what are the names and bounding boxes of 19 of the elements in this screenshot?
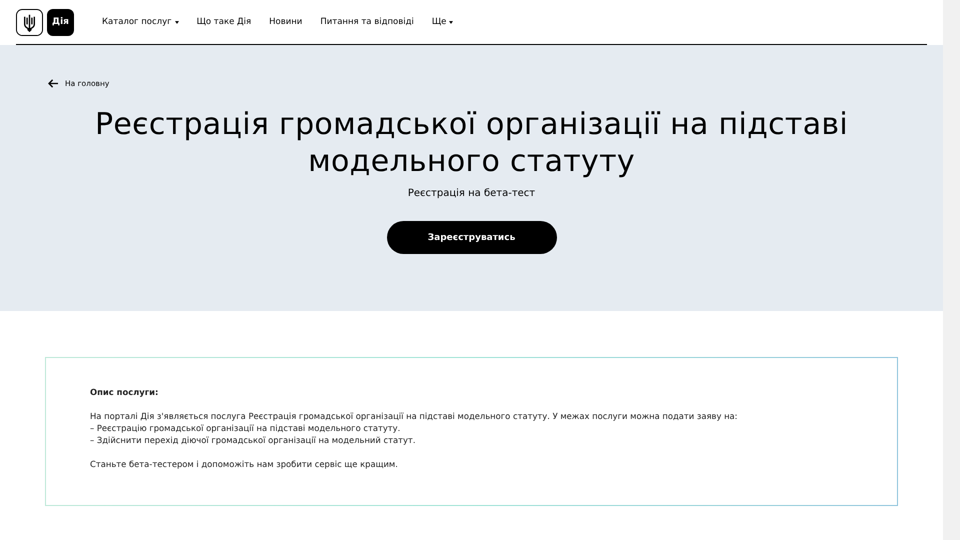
arrow-left-icon <box>48 79 59 88</box>
caret-icon <box>174 20 179 24</box>
description-heading: Опис послуги: <box>90 386 160 398</box>
nav-link[interactable]: Новини <box>269 17 302 27</box>
description-text: – Реєстрацію громадської організації на підставі модельного статуту. <box>90 422 402 434</box>
nav-link[interactable]: Що таке Дія <box>196 17 252 27</box>
caret-icon <box>449 20 454 24</box>
trident-logo-icon[interactable] <box>16 8 43 36</box>
page-title: Реєстрація громадської організації на підставі модельного статуту <box>94 106 850 180</box>
description-text: – Здійснити перехід діючої громадської організації на модельний статут. <box>90 434 416 446</box>
nav-link[interactable]: Питання та відповіді <box>320 17 414 27</box>
scrollbar-track[interactable] <box>943 0 960 540</box>
description-text: На порталі Дія з'являється послуга Реєстрація громадської організації на підставі модельного статуту. У межах послуги можна подати заяву на: <box>90 410 738 422</box>
page-subtitle: Реєстрація на бета-тест <box>408 188 536 199</box>
nav-link[interactable]: Ще <box>432 17 454 27</box>
register-button[interactable]: Зареєструватись <box>386 221 556 254</box>
nav-link[interactable]: Каталог послуг <box>102 17 179 27</box>
description-text: Станьте бета-тестером і допоможіть нам зробити сервіс ще кращим. <box>90 458 399 470</box>
diia-logo[interactable]: Дія <box>47 8 74 36</box>
